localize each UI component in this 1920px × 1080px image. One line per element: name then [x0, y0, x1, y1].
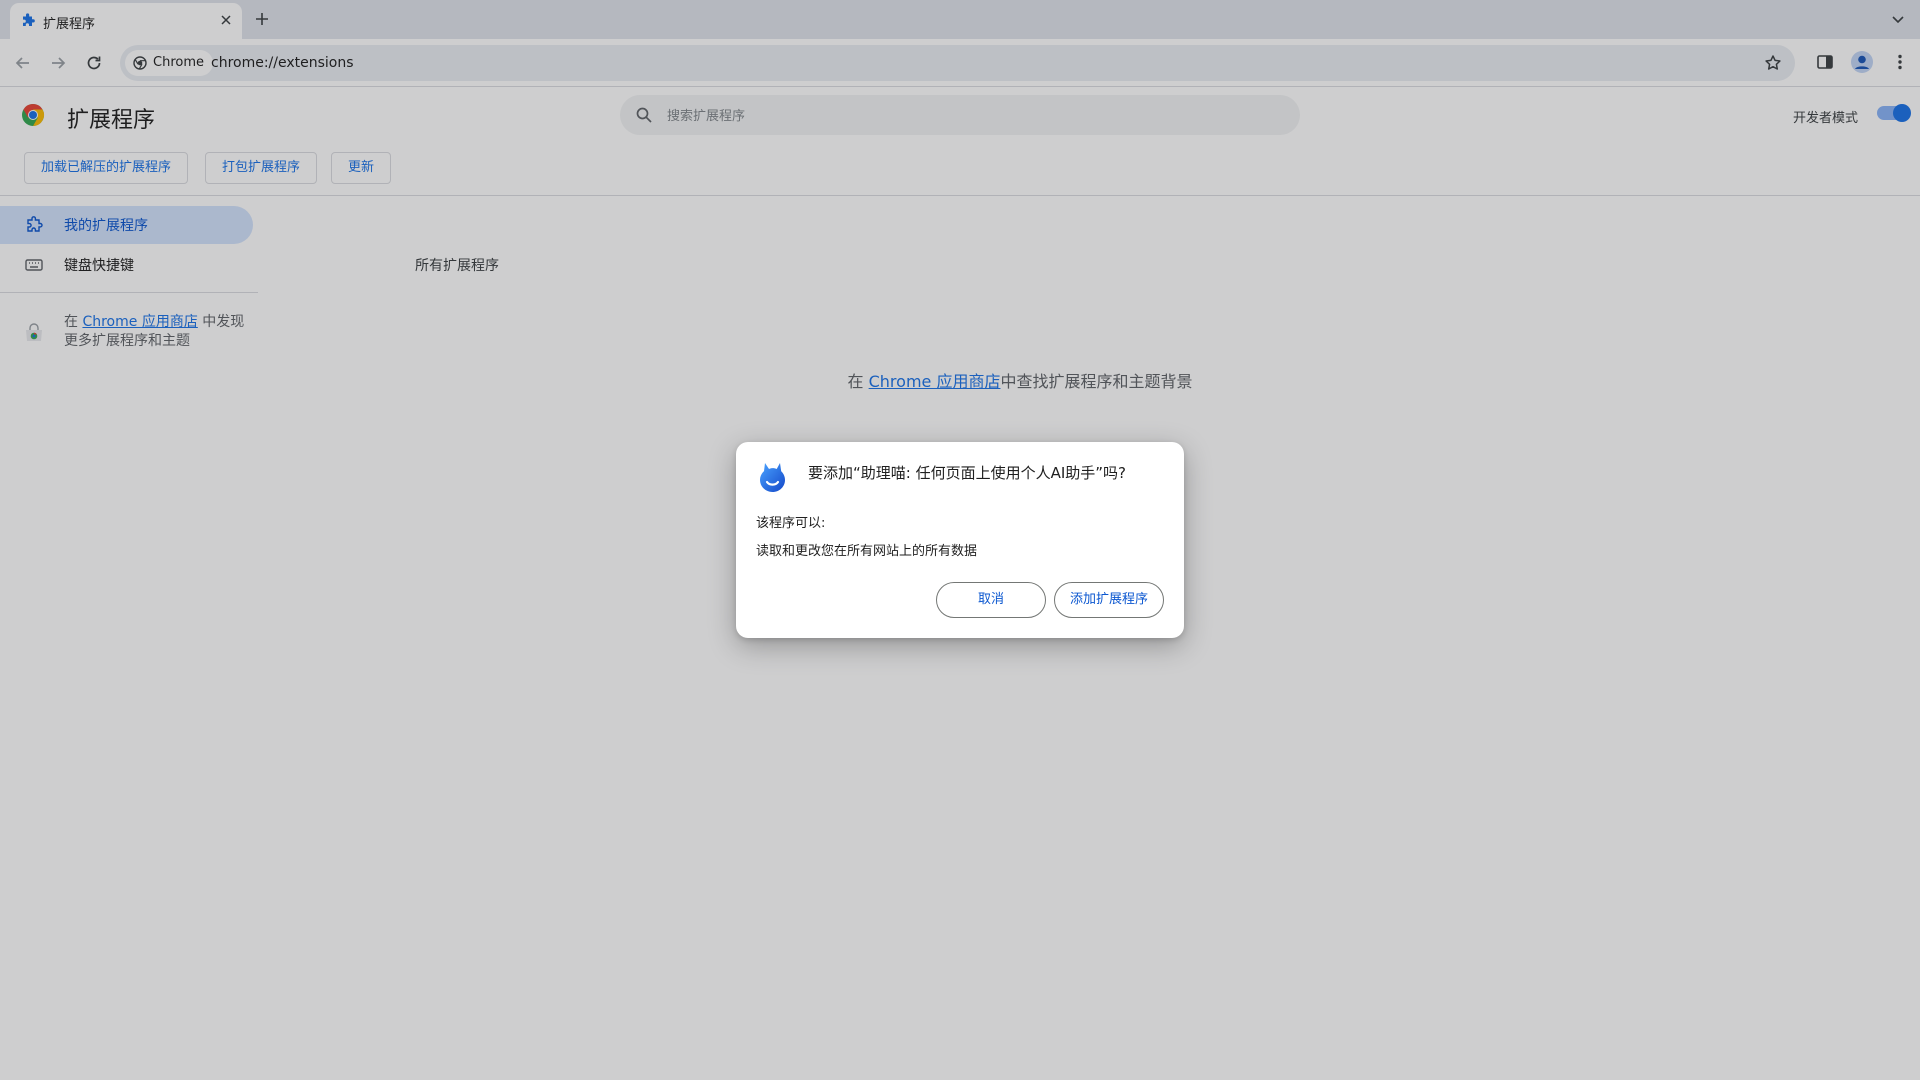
- add-extension-dialog: 要添加“助理喵: 任何页面上使用个人AI助手”吗? 该程序可以: 读取和更改您在…: [736, 442, 1184, 638]
- dialog-title: 要添加“助理喵: 任何页面上使用个人AI助手”吗?: [808, 464, 1127, 482]
- add-extension-button[interactable]: 添加扩展程序: [1054, 582, 1164, 618]
- extension-logo-icon: [756, 460, 788, 494]
- permission-text: 读取和更改您在所有网站上的所有数据: [756, 544, 978, 559]
- cancel-button[interactable]: 取消: [936, 582, 1046, 618]
- dialog-subtitle: 该程序可以:: [756, 516, 826, 531]
